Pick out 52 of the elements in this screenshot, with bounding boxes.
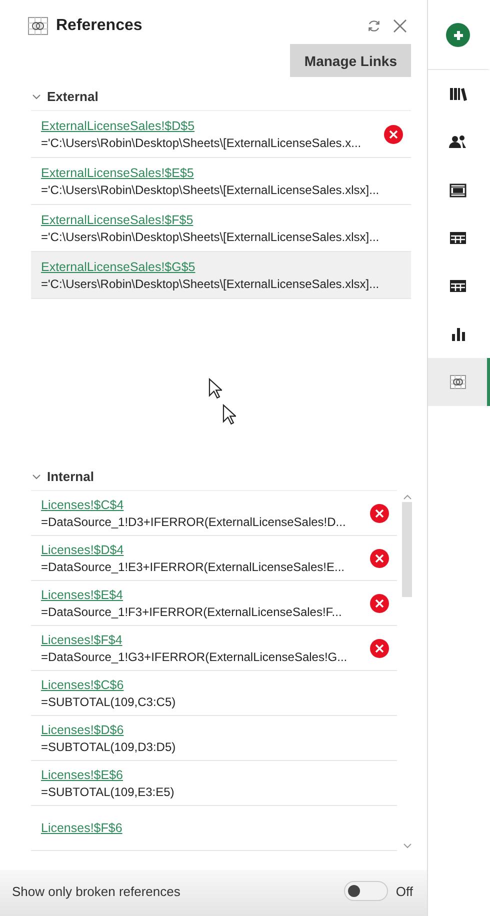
reference-row[interactable]: Licenses!$C$4 =DataSource_1!D3+IFERROR(ExternalLicenseSales!D...: [31, 491, 397, 536]
reference-link[interactable]: Licenses!$C$6: [41, 678, 389, 692]
scroll-down-icon: [402, 843, 412, 849]
manage-links-button[interactable]: Manage Links: [290, 44, 411, 77]
reference-link[interactable]: Licenses!$E$6: [41, 768, 389, 782]
section-header[interactable]: External: [47, 89, 98, 104]
reference-row[interactable]: Licenses!$F$6: [31, 806, 397, 851]
reference-row[interactable]: ExternalLicenseSales!$E$5 ='C:\Users\Robin\Desktop\Sheets\[ExternalLicenseSales.xlsx]...: [31, 158, 411, 205]
toggle-switch[interactable]: [344, 881, 388, 901]
close-button[interactable]: [391, 19, 409, 33]
reference-row[interactable]: Licenses!$D$6 =SUBTOTAL(109,D3:D5): [31, 716, 397, 761]
formula-text: ='C:\Users\Robin\Desktop\Sheets\[ExternalLicenseSales.xlsx]...: [41, 276, 380, 290]
formula-text: =DataSource_1!D3+IFERROR(ExternalLicenseSales!D...: [41, 514, 347, 528]
reference-row[interactable]: Licenses!$C$6 =SUBTOTAL(109,C3:C5): [31, 671, 397, 716]
formula-text: ='C:\Users\Robin\Desktop\Sheets\[ExternalLicenseSales.x...: [41, 136, 362, 150]
references-icon: [28, 17, 48, 35]
reference-link[interactable]: Licenses!$E$4: [41, 588, 370, 602]
reference-link[interactable]: Licenses!$F$4: [41, 632, 370, 646]
scrollbar-thumb[interactable]: [402, 502, 412, 597]
reference-link[interactable]: ExternalLicenseSales!$D$5: [41, 118, 384, 132]
formula-text: =SUBTOTAL(109,E3:E5): [41, 784, 176, 798]
mouse-cursor-icon: [208, 378, 222, 399]
reference-row[interactable]: Licenses!$D$4 =DataSource_1!E3+IFERROR(ExternalLicenseSales!E...: [31, 536, 397, 581]
reference-link[interactable]: Licenses!$C$4: [41, 498, 370, 512]
reference-link[interactable]: ExternalLicenseSales!$G$5: [41, 260, 403, 274]
formula-text: =SUBTOTAL(109,C3:C5): [41, 694, 177, 708]
section-header[interactable]: Internal: [47, 469, 94, 484]
formula-text: ='C:\Users\Robin\Desktop\Sheets\[ExternalLicenseSales.xlsx]...: [41, 230, 380, 244]
panel-title: References: [56, 17, 142, 35]
reference-link[interactable]: ExternalLicenseSales!$F$5: [41, 212, 403, 226]
references-tab[interactable]: [428, 358, 490, 406]
formula-text: =DataSource_1!G3+IFERROR(ExternalLicenseSales!G...: [41, 650, 348, 664]
refresh-icon: [367, 19, 381, 33]
reference-link[interactable]: Licenses!$D$6: [41, 722, 389, 736]
reference-link[interactable]: Licenses!$D$4: [41, 542, 370, 556]
reference-row[interactable]: Licenses!$F$4 =DataSource_1!G3+IFERROR(ExternalLicenseSales!G...: [31, 626, 397, 671]
reference-row[interactable]: ExternalLicenseSales!$D$5 ='C:\Users\Robin\Desktop\Sheets\[ExternalLicenseSales.x...: [31, 111, 411, 158]
formula-text: =DataSource_1!F3+IFERROR(ExternalLicenseSales!F...: [41, 604, 343, 618]
formula-text: =DataSource_1!E3+IFERROR(ExternalLicenseSales!E...: [41, 560, 346, 574]
scroll-up-icon: [402, 494, 412, 500]
selected-reference-row[interactable]: ExternalLicenseSales!$G$5 ='C:\Users\Robin\Desktop\Sheets\[ExternalLicenseSales.xlsx]...: [31, 252, 411, 299]
logo-icon: [446, 22, 470, 46]
reference-row[interactable]: Licenses!$E$6 =SUBTOTAL(109,E3:E5): [31, 761, 397, 806]
formula-text: ='C:\Users\Robin\Desktop\Sheets\[ExternalLicenseSales.xlsx]...: [41, 182, 380, 196]
reference-row[interactable]: Licenses!$E$4 =DataSource_1!F3+IFERROR(ExternalLicenseSales!F...: [31, 581, 397, 626]
formula-text: =SUBTOTAL(109,D3:D5): [41, 740, 177, 754]
toggle-state: Off: [396, 884, 413, 898]
mouse-cursor-icon: [222, 404, 236, 425]
reference-link[interactable]: ExternalLicenseSales!$E$5: [41, 166, 403, 180]
close-icon: [393, 19, 407, 33]
toggle-label: Show only broken references: [12, 884, 182, 898]
reference-link[interactable]: Licenses!$F$6: [41, 821, 389, 835]
